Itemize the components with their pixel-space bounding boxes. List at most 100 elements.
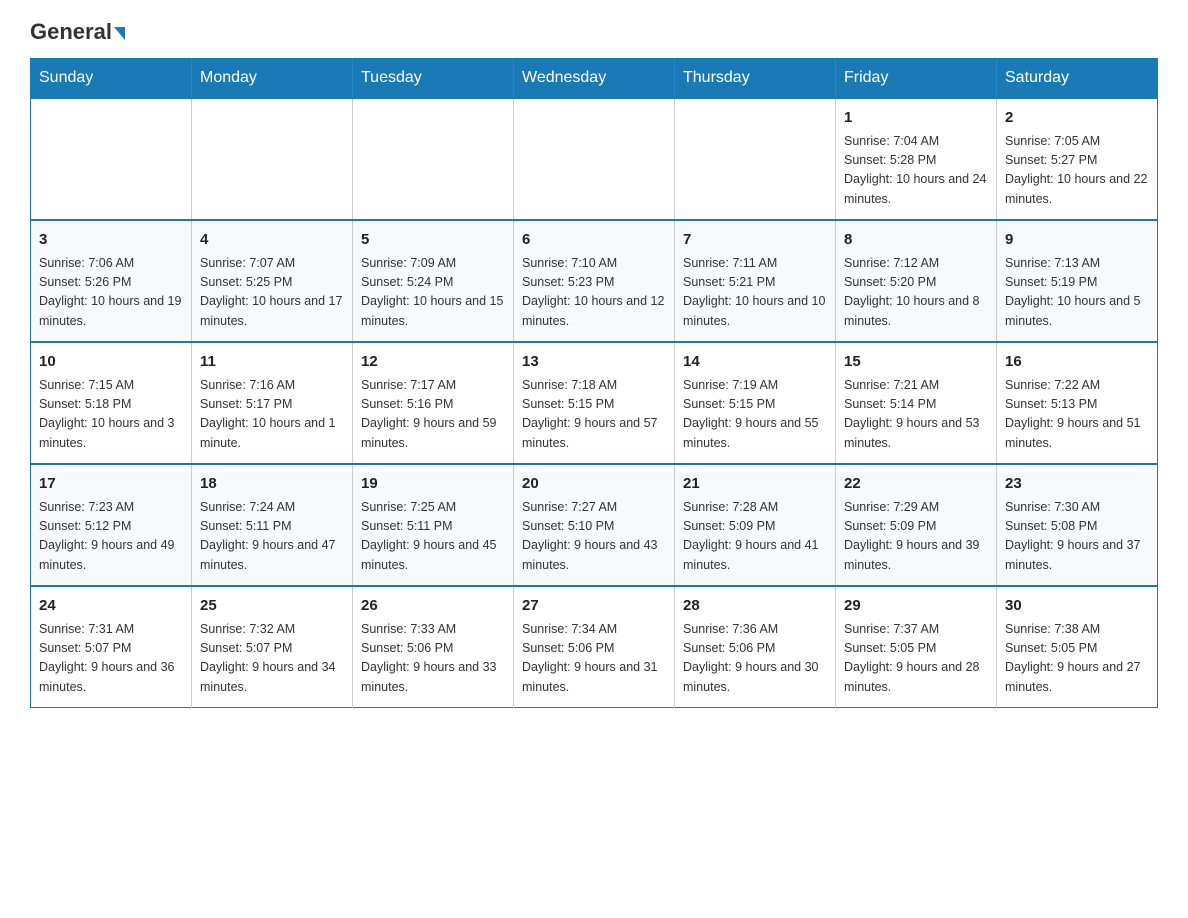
day-number: 9 <box>1005 229 1149 252</box>
day-number: 30 <box>1005 595 1149 618</box>
day-info: Sunrise: 7:04 AMSunset: 5:28 PMDaylight:… <box>844 132 988 210</box>
day-info: Sunrise: 7:37 AMSunset: 5:05 PMDaylight:… <box>844 620 988 698</box>
day-info: Sunrise: 7:33 AMSunset: 5:06 PMDaylight:… <box>361 620 505 698</box>
day-info: Sunrise: 7:22 AMSunset: 5:13 PMDaylight:… <box>1005 376 1149 454</box>
calendar-day-cell: 3Sunrise: 7:06 AMSunset: 5:26 PMDaylight… <box>31 220 192 342</box>
day-of-week-header: Thursday <box>675 59 836 99</box>
day-info: Sunrise: 7:28 AMSunset: 5:09 PMDaylight:… <box>683 498 827 576</box>
calendar-day-cell: 13Sunrise: 7:18 AMSunset: 5:15 PMDayligh… <box>514 342 675 464</box>
day-number: 8 <box>844 229 988 252</box>
day-number: 16 <box>1005 351 1149 374</box>
day-of-week-header: Friday <box>836 59 997 99</box>
calendar-header-row: SundayMondayTuesdayWednesdayThursdayFrid… <box>31 59 1158 99</box>
day-of-week-header: Tuesday <box>353 59 514 99</box>
day-number: 20 <box>522 473 666 496</box>
calendar-day-cell: 25Sunrise: 7:32 AMSunset: 5:07 PMDayligh… <box>192 586 353 708</box>
calendar-day-cell: 20Sunrise: 7:27 AMSunset: 5:10 PMDayligh… <box>514 464 675 586</box>
day-info: Sunrise: 7:18 AMSunset: 5:15 PMDaylight:… <box>522 376 666 454</box>
day-info: Sunrise: 7:19 AMSunset: 5:15 PMDaylight:… <box>683 376 827 454</box>
day-of-week-header: Monday <box>192 59 353 99</box>
day-info: Sunrise: 7:29 AMSunset: 5:09 PMDaylight:… <box>844 498 988 576</box>
day-number: 1 <box>844 107 988 130</box>
calendar-day-cell: 14Sunrise: 7:19 AMSunset: 5:15 PMDayligh… <box>675 342 836 464</box>
day-number: 12 <box>361 351 505 374</box>
calendar-day-cell: 22Sunrise: 7:29 AMSunset: 5:09 PMDayligh… <box>836 464 997 586</box>
day-number: 3 <box>39 229 183 252</box>
calendar-day-cell <box>192 98 353 220</box>
day-info: Sunrise: 7:06 AMSunset: 5:26 PMDaylight:… <box>39 254 183 332</box>
day-number: 17 <box>39 473 183 496</box>
day-info: Sunrise: 7:25 AMSunset: 5:11 PMDaylight:… <box>361 498 505 576</box>
day-info: Sunrise: 7:38 AMSunset: 5:05 PMDaylight:… <box>1005 620 1149 698</box>
day-number: 27 <box>522 595 666 618</box>
calendar-day-cell <box>675 98 836 220</box>
calendar-day-cell: 30Sunrise: 7:38 AMSunset: 5:05 PMDayligh… <box>997 586 1158 708</box>
calendar-day-cell: 1Sunrise: 7:04 AMSunset: 5:28 PMDaylight… <box>836 98 997 220</box>
day-number: 2 <box>1005 107 1149 130</box>
day-info: Sunrise: 7:15 AMSunset: 5:18 PMDaylight:… <box>39 376 183 454</box>
calendar-day-cell: 12Sunrise: 7:17 AMSunset: 5:16 PMDayligh… <box>353 342 514 464</box>
day-info: Sunrise: 7:17 AMSunset: 5:16 PMDaylight:… <box>361 376 505 454</box>
calendar-day-cell: 15Sunrise: 7:21 AMSunset: 5:14 PMDayligh… <box>836 342 997 464</box>
day-number: 29 <box>844 595 988 618</box>
day-number: 4 <box>200 229 344 252</box>
day-number: 14 <box>683 351 827 374</box>
calendar-day-cell: 5Sunrise: 7:09 AMSunset: 5:24 PMDaylight… <box>353 220 514 342</box>
day-number: 19 <box>361 473 505 496</box>
day-info: Sunrise: 7:11 AMSunset: 5:21 PMDaylight:… <box>683 254 827 332</box>
day-info: Sunrise: 7:16 AMSunset: 5:17 PMDaylight:… <box>200 376 344 454</box>
day-info: Sunrise: 7:13 AMSunset: 5:19 PMDaylight:… <box>1005 254 1149 332</box>
day-info: Sunrise: 7:34 AMSunset: 5:06 PMDaylight:… <box>522 620 666 698</box>
day-info: Sunrise: 7:30 AMSunset: 5:08 PMDaylight:… <box>1005 498 1149 576</box>
calendar-day-cell: 17Sunrise: 7:23 AMSunset: 5:12 PMDayligh… <box>31 464 192 586</box>
day-number: 22 <box>844 473 988 496</box>
calendar-day-cell: 28Sunrise: 7:36 AMSunset: 5:06 PMDayligh… <box>675 586 836 708</box>
page-header: General <box>30 20 1158 42</box>
day-number: 25 <box>200 595 344 618</box>
calendar-day-cell: 23Sunrise: 7:30 AMSunset: 5:08 PMDayligh… <box>997 464 1158 586</box>
day-of-week-header: Wednesday <box>514 59 675 99</box>
day-of-week-header: Saturday <box>997 59 1158 99</box>
day-of-week-header: Sunday <box>31 59 192 99</box>
day-number: 6 <box>522 229 666 252</box>
day-number: 21 <box>683 473 827 496</box>
calendar-day-cell: 26Sunrise: 7:33 AMSunset: 5:06 PMDayligh… <box>353 586 514 708</box>
calendar-day-cell <box>353 98 514 220</box>
day-number: 13 <box>522 351 666 374</box>
calendar-day-cell: 6Sunrise: 7:10 AMSunset: 5:23 PMDaylight… <box>514 220 675 342</box>
day-info: Sunrise: 7:10 AMSunset: 5:23 PMDaylight:… <box>522 254 666 332</box>
day-number: 5 <box>361 229 505 252</box>
calendar-table: SundayMondayTuesdayWednesdayThursdayFrid… <box>30 58 1158 708</box>
calendar-day-cell: 10Sunrise: 7:15 AMSunset: 5:18 PMDayligh… <box>31 342 192 464</box>
day-info: Sunrise: 7:36 AMSunset: 5:06 PMDaylight:… <box>683 620 827 698</box>
day-info: Sunrise: 7:05 AMSunset: 5:27 PMDaylight:… <box>1005 132 1149 210</box>
calendar-day-cell: 19Sunrise: 7:25 AMSunset: 5:11 PMDayligh… <box>353 464 514 586</box>
day-info: Sunrise: 7:23 AMSunset: 5:12 PMDaylight:… <box>39 498 183 576</box>
calendar-day-cell <box>514 98 675 220</box>
day-number: 24 <box>39 595 183 618</box>
day-info: Sunrise: 7:31 AMSunset: 5:07 PMDaylight:… <box>39 620 183 698</box>
logo: General <box>30 20 125 42</box>
logo-general: General <box>30 20 125 44</box>
day-number: 18 <box>200 473 344 496</box>
calendar-week-row: 1Sunrise: 7:04 AMSunset: 5:28 PMDaylight… <box>31 98 1158 220</box>
calendar-day-cell: 8Sunrise: 7:12 AMSunset: 5:20 PMDaylight… <box>836 220 997 342</box>
day-info: Sunrise: 7:21 AMSunset: 5:14 PMDaylight:… <box>844 376 988 454</box>
calendar-day-cell: 9Sunrise: 7:13 AMSunset: 5:19 PMDaylight… <box>997 220 1158 342</box>
calendar-day-cell: 27Sunrise: 7:34 AMSunset: 5:06 PMDayligh… <box>514 586 675 708</box>
calendar-week-row: 24Sunrise: 7:31 AMSunset: 5:07 PMDayligh… <box>31 586 1158 708</box>
day-number: 11 <box>200 351 344 374</box>
calendar-day-cell: 18Sunrise: 7:24 AMSunset: 5:11 PMDayligh… <box>192 464 353 586</box>
calendar-day-cell: 16Sunrise: 7:22 AMSunset: 5:13 PMDayligh… <box>997 342 1158 464</box>
day-info: Sunrise: 7:32 AMSunset: 5:07 PMDaylight:… <box>200 620 344 698</box>
calendar-day-cell: 2Sunrise: 7:05 AMSunset: 5:27 PMDaylight… <box>997 98 1158 220</box>
day-number: 10 <box>39 351 183 374</box>
calendar-day-cell: 24Sunrise: 7:31 AMSunset: 5:07 PMDayligh… <box>31 586 192 708</box>
day-number: 15 <box>844 351 988 374</box>
day-info: Sunrise: 7:12 AMSunset: 5:20 PMDaylight:… <box>844 254 988 332</box>
day-info: Sunrise: 7:07 AMSunset: 5:25 PMDaylight:… <box>200 254 344 332</box>
calendar-day-cell: 7Sunrise: 7:11 AMSunset: 5:21 PMDaylight… <box>675 220 836 342</box>
calendar-day-cell: 4Sunrise: 7:07 AMSunset: 5:25 PMDaylight… <box>192 220 353 342</box>
calendar-week-row: 3Sunrise: 7:06 AMSunset: 5:26 PMDaylight… <box>31 220 1158 342</box>
day-info: Sunrise: 7:09 AMSunset: 5:24 PMDaylight:… <box>361 254 505 332</box>
